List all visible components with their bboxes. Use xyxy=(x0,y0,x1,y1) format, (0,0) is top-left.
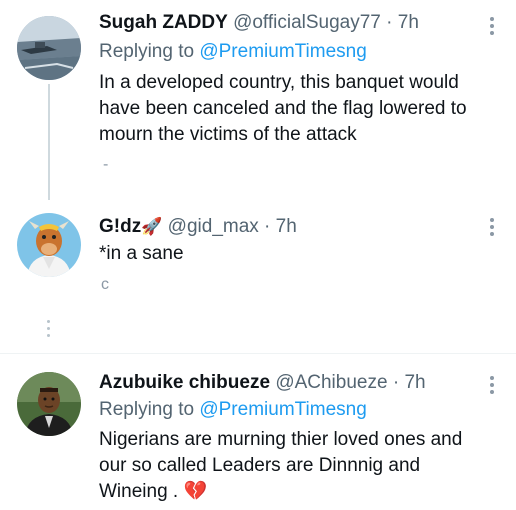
tweet-text-line: mourn the victims of the attack xyxy=(99,124,357,145)
tweet-text-line: Wineing . 💔 xyxy=(99,481,208,502)
tweet-1[interactable]: Sugah ZADDY @officialSugay77 · 7h Replyi… xyxy=(0,0,516,180)
cropped-action-row: c xyxy=(101,276,109,293)
tweet-time[interactable]: 7h xyxy=(398,12,419,33)
tweet-header: G!dz🚀 @gid_max · 7h xyxy=(99,215,297,239)
mention-link[interactable]: @PremiumTimesng xyxy=(199,399,366,420)
author-handle[interactable]: @officialSugay77 xyxy=(233,12,381,33)
tweet-2[interactable]: G!dz🚀 @gid_max · 7h *in a sane c xyxy=(0,180,516,350)
thread-line xyxy=(48,84,50,180)
tweet-time[interactable]: 7h xyxy=(404,372,425,393)
tweet-text: Nigerians are murning thier loved ones a… xyxy=(99,427,462,505)
author-name[interactable]: G!dz xyxy=(99,216,141,237)
tweet-text-line: our so called Leaders are Dinnnig and xyxy=(99,455,421,476)
more-options-icon[interactable] xyxy=(489,218,495,236)
author-name[interactable]: Azubuike chibueze xyxy=(99,372,270,393)
tweet-text: *in a sane xyxy=(99,243,184,264)
avatar[interactable] xyxy=(17,372,81,436)
replying-prefix: Replying to xyxy=(99,399,195,420)
separator-dot: · xyxy=(258,216,276,237)
tweet-3[interactable]: Azubuike chibueze @AChibueze · 7h Replyi… xyxy=(0,360,516,510)
replying-prefix: Replying to xyxy=(99,41,195,62)
author-name[interactable]: Sugah ZADDY xyxy=(99,12,228,33)
separator-dot: · xyxy=(380,12,398,33)
avatar-photo-ship-icon xyxy=(17,16,81,80)
cropped-action-row: - xyxy=(103,156,109,173)
show-more-replies-icon[interactable] xyxy=(47,320,50,337)
avatar-cartoon-cow-icon xyxy=(17,213,81,277)
replying-to: Replying to @PremiumTimesng xyxy=(99,40,367,64)
tweet-header: Sugah ZADDY @officialSugay77 · 7h xyxy=(99,11,419,35)
avatar-photo-man-icon xyxy=(17,372,81,436)
divider xyxy=(0,353,516,354)
tweet-text: In a developed country, this banquet wou… xyxy=(99,70,467,148)
rocket-icon: 🚀 xyxy=(141,217,163,236)
author-handle[interactable]: @gid_max xyxy=(168,216,259,237)
tweet-time[interactable]: 7h xyxy=(276,216,297,237)
tweet-text-line: have been canceled and the flag lowered … xyxy=(99,98,467,119)
tweet-text-line: In a developed country, this banquet wou… xyxy=(99,72,459,93)
separator-dot: · xyxy=(387,372,405,393)
avatar[interactable] xyxy=(17,16,81,80)
thread-line xyxy=(48,180,50,200)
tweet-header: Azubuike chibueze @AChibueze · 7h xyxy=(99,371,426,395)
tweet-text-line: Nigerians are murning thier loved ones a… xyxy=(99,429,463,450)
more-options-icon[interactable] xyxy=(489,376,495,394)
avatar[interactable] xyxy=(17,213,81,277)
more-options-icon[interactable] xyxy=(489,17,495,35)
replying-to: Replying to @PremiumTimesng xyxy=(99,398,367,422)
mention-link[interactable]: @PremiumTimesng xyxy=(199,41,366,62)
author-handle[interactable]: @AChibueze xyxy=(275,372,387,393)
